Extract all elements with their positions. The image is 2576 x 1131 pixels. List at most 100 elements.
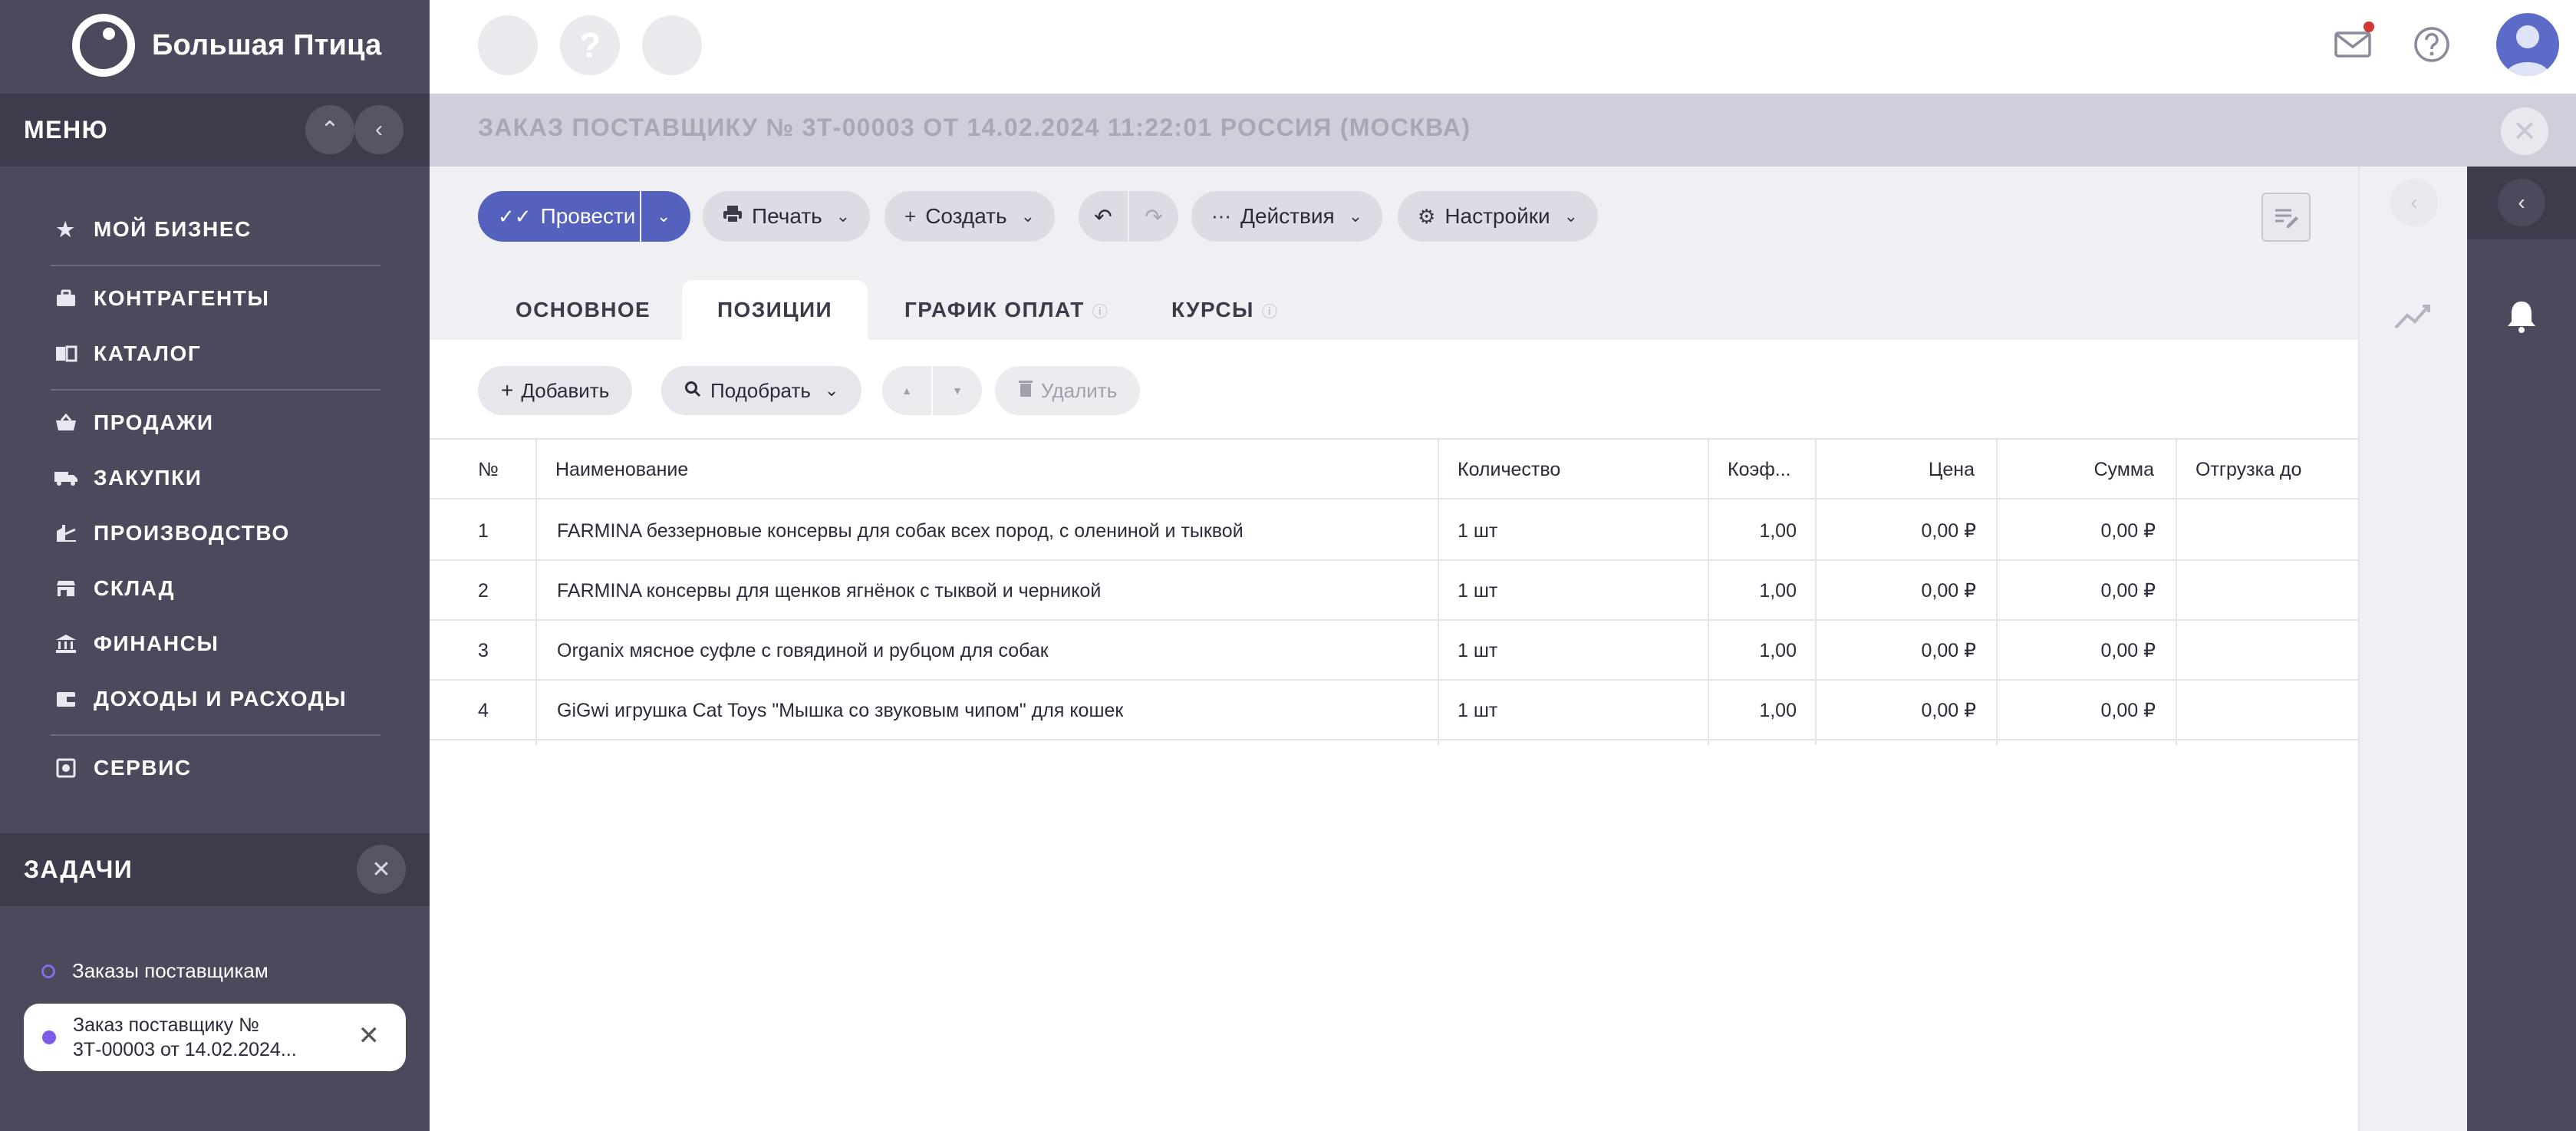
active-task-card[interactable]: Заказ поставщику № 3Т-00003 от 14.02.202…	[24, 1004, 406, 1071]
cell-name[interactable]: Organix мясное суфле с говядиной и рубцо…	[557, 621, 1049, 681]
cell-price[interactable]: 0,00 ₽	[1815, 561, 1976, 621]
edit-notes-icon[interactable]	[2261, 193, 2311, 242]
service-icon	[51, 753, 81, 783]
cell-sum[interactable]: 0,00 ₽	[1995, 561, 2156, 621]
table-row[interactable]: 3 Organix мясное суфле с говядиной и руб…	[430, 621, 2358, 681]
column-header-price[interactable]: Цена	[1815, 440, 1975, 500]
delete-button[interactable]: Удалить	[995, 366, 1141, 415]
task-item[interactable]: Заказы поставщикам	[41, 959, 268, 983]
collapse-sidebar-button[interactable]: ‹	[354, 105, 404, 154]
close-task-icon[interactable]: ✕	[358, 1023, 380, 1049]
cell-coef[interactable]: 1,00	[1728, 561, 1797, 621]
sidebar-item-service[interactable]: СЕРВИС	[51, 749, 192, 787]
tab-rates[interactable]: КУРСЫ ⓘ	[1171, 280, 1278, 340]
cell-quantity[interactable]: 1 шт	[1458, 681, 1497, 740]
print-label: Печать	[752, 204, 822, 228]
help-icon[interactable]	[2409, 21, 2455, 68]
close-tasks-button[interactable]: ✕	[357, 845, 406, 894]
panel-collapse-button[interactable]: ‹	[2390, 179, 2438, 226]
undo-button[interactable]: ↶	[1079, 191, 1128, 242]
chevron-down-icon: ⌄	[835, 206, 851, 226]
cell-quantity[interactable]: 1 шт	[1458, 621, 1497, 681]
sidebar-item-catalog[interactable]: КАТАЛОГ	[51, 335, 201, 373]
bell-icon[interactable]	[2505, 298, 2538, 338]
move-up-button[interactable]: ▲	[882, 366, 931, 415]
table-row[interactable]: 1 FARMINA беззерновые консервы для собак…	[430, 501, 2358, 561]
table-row[interactable]: 2 FARMINA консервы для щенков ягнёнок с …	[430, 561, 2358, 621]
cell-quantity[interactable]: 1 шт	[1458, 501, 1497, 561]
pick-items-button[interactable]: Подобрать ⌄	[661, 366, 862, 415]
collapse-up-button[interactable]: ⌃	[305, 105, 354, 154]
sidebar: Большая Птица МЕНЮ ⌃ ‹ ★ МОЙ БИЗНЕС КОНТ…	[0, 0, 430, 1131]
items-toolbar: + Добавить Подобрать ⌄ ▲ ▼ Удалить	[430, 340, 2358, 440]
placeholder-icon[interactable]	[478, 15, 538, 75]
settings-button[interactable]: ⚙ Настройки ⌄	[1398, 191, 1599, 242]
mail-icon[interactable]	[2330, 21, 2376, 68]
chevron-left-icon: ‹	[375, 117, 383, 142]
book-icon	[51, 338, 81, 369]
sidebar-item-purchases[interactable]: ЗАКУПКИ	[51, 459, 203, 497]
post-dropdown-button[interactable]: ⌄	[641, 191, 690, 242]
trash-icon	[1018, 379, 1033, 403]
logo[interactable]: Большая Птица	[69, 11, 381, 80]
sidebar-item-income-expenses[interactable]: ДОХОДЫ И РАСХОДЫ	[51, 680, 347, 718]
help-placeholder-icon[interactable]: ?	[560, 15, 620, 75]
cell-sum[interactable]: 0,00 ₽	[1995, 621, 2156, 681]
redo-button[interactable]: ↷	[1129, 191, 1178, 242]
add-item-button[interactable]: + Добавить	[478, 366, 633, 415]
sidebar-item-label: ПРОИЗВОДСТВО	[94, 521, 290, 545]
placeholder-icon[interactable]	[642, 15, 702, 75]
arrow-up-icon: ▲	[901, 384, 912, 397]
cell-price[interactable]: 0,00 ₽	[1815, 681, 1976, 740]
column-header-number[interactable]: №	[478, 440, 499, 500]
tab-positions[interactable]: ПОЗИЦИИ	[682, 280, 868, 340]
document-title: ЗАКАЗ ПОСТАВЩИКУ № 3Т-00003 ОТ 14.02.202…	[478, 114, 1471, 141]
sidebar-item-production[interactable]: ПРОИЗВОДСТВО	[51, 514, 290, 552]
cell-name[interactable]: FARMINA консервы для щенков ягнёнок с ты…	[557, 561, 1101, 621]
create-button[interactable]: + Создать ⌄	[884, 191, 1056, 242]
print-button[interactable]: Печать ⌄	[703, 191, 871, 242]
column-header-coef[interactable]: Коэф...	[1728, 440, 1791, 500]
trend-icon[interactable]	[2393, 302, 2435, 336]
sidebar-item-sales[interactable]: ПРОДАЖИ	[51, 404, 214, 442]
column-divider	[535, 440, 537, 745]
delete-label: Удалить	[1041, 378, 1118, 402]
column-header-sum[interactable]: Сумма	[1995, 440, 2154, 500]
tab-main[interactable]: ОСНОВНОЕ	[516, 280, 651, 340]
chevron-down-icon: ⌄	[824, 381, 839, 400]
column-header-name[interactable]: Наименование	[555, 440, 688, 500]
pick-label: Подобрать	[710, 378, 811, 402]
sidebar-item-my-business[interactable]: ★ МОЙ БИЗНЕС	[51, 210, 252, 249]
cell-sum[interactable]: 0,00 ₽	[1995, 501, 2156, 561]
bank-icon	[51, 628, 81, 659]
help-icon: ⓘ	[1092, 303, 1109, 321]
sidebar-item-finance[interactable]: ФИНАНСЫ	[51, 625, 219, 663]
cell-price[interactable]: 0,00 ₽	[1815, 621, 1976, 681]
move-down-button[interactable]: ▼	[933, 366, 982, 415]
cell-price[interactable]: 0,00 ₽	[1815, 501, 1976, 561]
actions-button[interactable]: ⋯ Действия ⌄	[1191, 191, 1383, 242]
tab-payment-schedule[interactable]: ГРАФИК ОПЛАТ ⓘ	[904, 280, 1108, 340]
panel-collapse-button[interactable]: ‹	[2498, 179, 2545, 226]
table-header: № Наименование Количество Коэф... Цена С…	[430, 440, 2358, 500]
column-header-ship-date[interactable]: Отгрузка до	[2196, 440, 2301, 500]
cell-quantity[interactable]: 1 шт	[1458, 561, 1497, 621]
sidebar-item-warehouse[interactable]: СКЛАД	[51, 569, 175, 608]
avatar[interactable]	[2496, 13, 2559, 76]
redo-icon: ↷	[1145, 204, 1163, 229]
logo-icon	[69, 11, 138, 80]
cell-coef[interactable]: 1,00	[1728, 621, 1797, 681]
close-document-button[interactable]: ✕	[2501, 107, 2548, 155]
cell-coef[interactable]: 1,00	[1728, 681, 1797, 740]
column-header-quantity[interactable]: Количество	[1458, 440, 1560, 500]
post-button[interactable]: ✓✓ Провести	[478, 191, 640, 242]
cell-coef[interactable]: 1,00	[1728, 501, 1797, 561]
table-row[interactable]: 4 GiGwi игрушка Cat Toys "Мышка со звуко…	[430, 681, 2358, 740]
sidebar-item-counterparties[interactable]: КОНТРАГЕНТЫ	[51, 279, 270, 318]
briefcase-icon	[51, 283, 81, 314]
notification-dot	[2364, 21, 2374, 32]
cell-name[interactable]: FARMINA беззерновые консервы для собак в…	[557, 501, 1244, 561]
cell-name[interactable]: GiGwi игрушка Cat Toys "Мышка со звуковы…	[557, 681, 1123, 740]
column-divider	[1996, 440, 1998, 745]
cell-sum[interactable]: 0,00 ₽	[1995, 681, 2156, 740]
